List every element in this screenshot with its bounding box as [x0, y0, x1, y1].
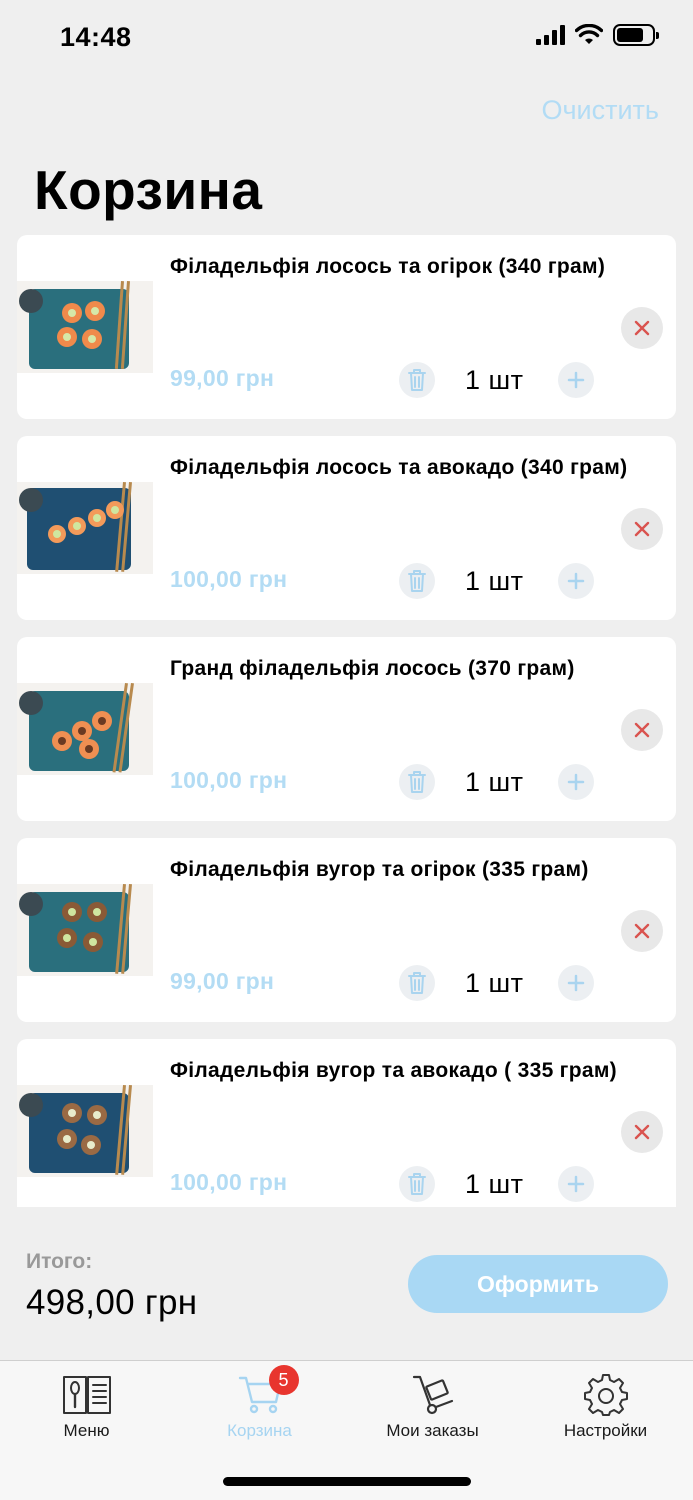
cart-item: Філадельфія вугор та огірок (335 грам) 9… — [17, 838, 676, 1022]
cart-item: Філадельфія лосось та авокадо (340 грам)… — [17, 436, 676, 620]
item-price: 100,00 грн — [170, 1169, 288, 1195]
page-title: Корзина — [34, 159, 263, 221]
trash-icon — [408, 369, 426, 391]
gear-icon — [581, 1371, 631, 1417]
remove-item-button[interactable] — [621, 508, 663, 550]
cart-item: Гранд філадельфія лосось (370 грам) 100,… — [17, 637, 676, 821]
battery-icon — [613, 24, 659, 46]
item-price: 99,00 грн — [170, 365, 275, 391]
decrease-quantity-button[interactable] — [399, 563, 435, 599]
item-price: 100,00 грн — [170, 566, 288, 592]
clear-cart-button[interactable]: Очистить — [541, 95, 659, 126]
close-icon — [634, 722, 650, 738]
item-quantity: 1 шт — [465, 365, 524, 395]
item-quantity: 1 шт — [465, 1169, 524, 1199]
close-icon — [634, 1124, 650, 1140]
cart-icon: 5 — [235, 1365, 299, 1417]
tab-label: Настройки — [563, 1421, 648, 1440]
item-image — [17, 683, 153, 775]
tab-cart[interactable]: 5 Корзина — [173, 1361, 346, 1451]
increase-quantity-button[interactable] — [558, 563, 594, 599]
increase-quantity-button[interactable] — [558, 362, 594, 398]
decrease-quantity-button[interactable] — [399, 1166, 435, 1202]
item-name: Філадельфія лосось та огірок (340 грам) — [170, 255, 606, 278]
close-icon — [634, 521, 650, 537]
item-name: Філадельфія вугор та авокадо ( 335 грам) — [170, 1059, 617, 1082]
cart-list[interactable]: Філадельфія лосось та огірок (340 грам) … — [17, 235, 676, 1207]
plus-icon — [567, 773, 585, 791]
cellular-signal-icon — [536, 25, 565, 45]
checkout-button[interactable]: Оформить — [408, 1255, 668, 1313]
close-icon — [634, 923, 650, 939]
remove-item-button[interactable] — [621, 910, 663, 952]
increase-quantity-button[interactable] — [558, 1166, 594, 1202]
tab-label: Корзина — [227, 1421, 292, 1440]
tab-my-orders[interactable]: Мои заказы — [346, 1361, 519, 1451]
item-image — [17, 482, 153, 574]
cart-item: Філадельфія вугор та авокадо ( 335 грам)… — [17, 1039, 676, 1207]
cart-item: Філадельфія лосось та огірок (340 грам) … — [17, 235, 676, 419]
plus-icon — [567, 974, 585, 992]
remove-item-button[interactable] — [621, 709, 663, 751]
menu-book-icon — [62, 1371, 112, 1417]
status-bar: 14:48 — [0, 0, 693, 80]
hand-truck-icon — [408, 1371, 458, 1417]
cart-count-badge: 5 — [268, 1365, 299, 1395]
decrease-quantity-button[interactable] — [399, 362, 435, 398]
plus-icon — [567, 572, 585, 590]
close-icon — [634, 320, 650, 336]
item-price: 100,00 грн — [170, 767, 288, 793]
trash-icon — [408, 1173, 426, 1195]
increase-quantity-button[interactable] — [558, 764, 594, 800]
item-image — [17, 281, 153, 373]
item-quantity: 1 шт — [465, 968, 524, 998]
item-quantity: 1 шт — [465, 566, 524, 596]
tab-label: Мои заказы — [386, 1421, 479, 1440]
item-name: Філадельфія лосось та авокадо (340 грам) — [170, 456, 628, 479]
home-indicator[interactable] — [223, 1477, 471, 1486]
item-name: Філадельфія вугор та огірок (335 грам) — [170, 858, 589, 881]
plus-icon — [567, 371, 585, 389]
total-value: 498,00 грн — [26, 1283, 198, 1322]
decrease-quantity-button[interactable] — [399, 764, 435, 800]
item-price: 99,00 грн — [170, 968, 275, 994]
tab-settings[interactable]: Настройки — [519, 1361, 692, 1451]
status-icons — [536, 24, 659, 46]
tab-menu[interactable]: Меню — [0, 1361, 173, 1451]
trash-icon — [408, 570, 426, 592]
trash-icon — [408, 972, 426, 994]
item-image — [17, 884, 153, 976]
increase-quantity-button[interactable] — [558, 965, 594, 1001]
remove-item-button[interactable] — [621, 1111, 663, 1153]
tab-label: Меню — [63, 1421, 110, 1440]
item-image — [17, 1085, 153, 1177]
wifi-icon — [575, 24, 603, 44]
plus-icon — [567, 1175, 585, 1193]
total-label: Итого: — [26, 1250, 93, 1273]
item-quantity: 1 шт — [465, 767, 524, 797]
decrease-quantity-button[interactable] — [399, 965, 435, 1001]
trash-icon — [408, 771, 426, 793]
remove-item-button[interactable] — [621, 307, 663, 349]
status-time: 14:48 — [60, 22, 132, 52]
item-name: Гранд філадельфія лосось (370 грам) — [170, 657, 575, 680]
